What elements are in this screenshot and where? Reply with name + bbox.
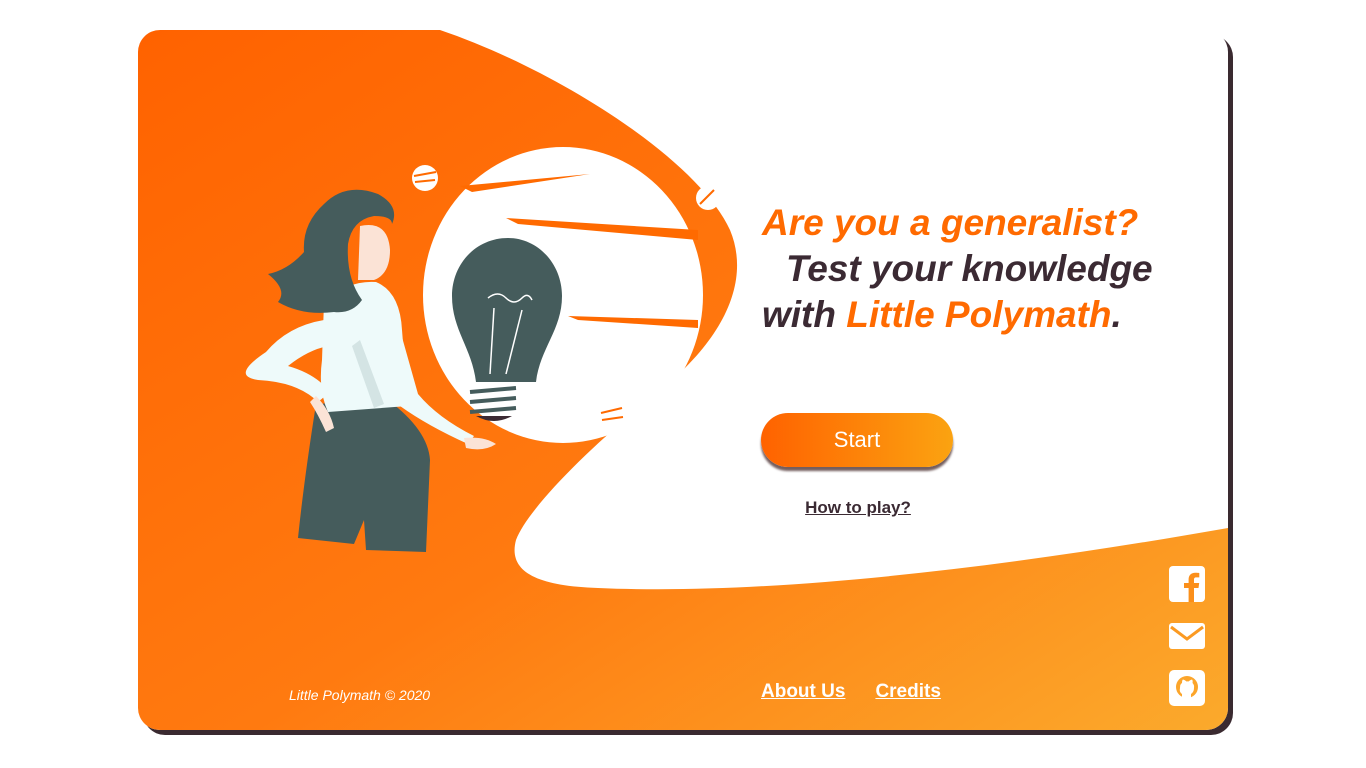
footer-links: About Us Credits — [761, 681, 941, 703]
credits-link[interactable]: Credits — [875, 681, 940, 703]
facebook-icon[interactable] — [1169, 566, 1205, 602]
brand-name: Little Polymath — [846, 294, 1112, 335]
github-icon[interactable] — [1169, 670, 1205, 706]
copyright-text: Little Polymath © 2020 — [289, 687, 431, 703]
hero-line-1: Are you a generalist? — [762, 202, 1139, 243]
start-button[interactable]: Start — [761, 413, 953, 467]
how-to-play-link[interactable]: How to play? — [801, 498, 915, 518]
social-links — [1169, 566, 1205, 722]
hero-line-3-prefix: with — [762, 294, 847, 335]
about-us-link[interactable]: About Us — [761, 681, 845, 703]
floating-circle — [412, 165, 438, 191]
background-illustration — [138, 30, 1228, 730]
hero-line-3: with Little Polymath. — [762, 292, 1202, 338]
hero-line-3-suffix: . — [1111, 294, 1122, 335]
floating-circle — [696, 186, 720, 210]
floating-circle — [599, 402, 625, 428]
email-icon[interactable] — [1169, 618, 1205, 654]
landing-card: Are you a generalist? Test your knowledg… — [138, 30, 1228, 730]
hero-line-2: Test your knowledge — [786, 248, 1153, 289]
hero-headline: Are you a generalist? Test your knowledg… — [762, 200, 1202, 338]
